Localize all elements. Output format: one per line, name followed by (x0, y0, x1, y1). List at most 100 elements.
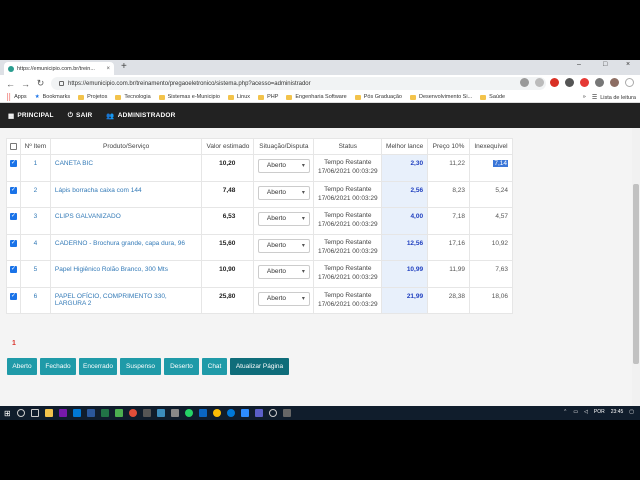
close-window-icon[interactable]: × (626, 61, 630, 68)
item-number[interactable]: 4 (19, 233, 51, 261)
row-select-cell[interactable] (6, 260, 21, 288)
bookmark-pos[interactable]: Pós Graduação (354, 94, 402, 100)
nav-sair[interactable]: ⏻ SAIR (68, 112, 93, 120)
row-checkbox[interactable] (9, 239, 17, 247)
network-icon[interactable]: ▭ (573, 409, 578, 415)
scrollbar[interactable] (632, 128, 640, 420)
puzzle-icon[interactable] (595, 78, 604, 87)
bookmark-bookmarks[interactable]: ★ Bookmarks (35, 94, 70, 100)
file-explorer-icon[interactable] (44, 409, 53, 417)
fechado-button[interactable]: Fechado (40, 358, 76, 375)
browser-app-icon[interactable] (128, 409, 137, 417)
reading-list[interactable]: ☰ Lista de leitura (592, 94, 636, 102)
browser-tab[interactable]: https://emunicipio.com.br/trein... × (4, 62, 114, 75)
bookmarks-more-icon[interactable]: » (583, 94, 586, 101)
app-icon[interactable] (114, 409, 123, 417)
extension-icon[interactable] (565, 78, 574, 87)
bookmark-tecnologia[interactable]: Tecnologia (115, 94, 151, 100)
bookmark-sistemas[interactable]: Sistemas e-Municipio (158, 94, 220, 100)
maximize-icon[interactable]: □ (603, 61, 607, 68)
chrome-icon[interactable] (212, 409, 221, 417)
product-name[interactable]: PAPEL OFÍCIO, COMPRIMENTO 330, LARGURA 2 (49, 286, 203, 314)
clock[interactable]: 23:45 (611, 409, 624, 415)
tab-close-icon[interactable]: × (106, 66, 110, 72)
row-select-cell[interactable] (6, 207, 21, 235)
product-name[interactable]: CLIPS GALVANIZADO (49, 207, 203, 235)
minimize-icon[interactable]: – (577, 61, 581, 68)
situacao-select[interactable]: Aberto (257, 265, 310, 279)
row-checkbox[interactable] (9, 212, 17, 220)
product-name[interactable]: Papel Higiênico Rolão Branco, 300 Mts (49, 260, 203, 288)
search-icon[interactable] (16, 409, 25, 417)
edge-icon[interactable] (226, 409, 235, 417)
item-number[interactable]: 6 (19, 286, 51, 314)
bookmark-linux[interactable]: Linux (227, 94, 250, 100)
app-icon[interactable] (198, 409, 207, 417)
app-icon[interactable] (240, 409, 249, 417)
extension-abp-icon[interactable] (550, 78, 559, 87)
bookmark-saude[interactable]: Saúde (480, 94, 505, 100)
select-all-checkbox[interactable] (9, 143, 17, 150)
extension-pdf-icon[interactable] (580, 78, 589, 87)
atualizar-pagina-button[interactable]: Atualizar Página (230, 358, 289, 375)
back-icon[interactable]: ← (6, 79, 15, 89)
row-select-cell[interactable] (6, 286, 21, 314)
bookmark-engenharia[interactable]: Engenharia Software (286, 94, 347, 100)
situacao-select[interactable]: Aberto (257, 212, 310, 226)
language-indicator[interactable]: POR (594, 409, 605, 415)
key-icon[interactable] (520, 78, 529, 87)
item-number[interactable]: 1 (19, 154, 51, 182)
aberto-button[interactable]: Aberto (7, 358, 37, 375)
deserto-button[interactable]: Deserto (164, 358, 199, 375)
row-checkbox[interactable] (9, 292, 17, 300)
header-select-all[interactable] (6, 138, 21, 155)
volume-icon[interactable]: ◁ (584, 409, 588, 415)
item-number[interactable]: 2 (19, 180, 51, 208)
row-checkbox[interactable] (9, 186, 17, 194)
suspenso-button[interactable]: Suspenso (120, 358, 161, 375)
row-checkbox[interactable] (9, 159, 17, 167)
forward-icon[interactable]: → (21, 79, 30, 89)
onenote-icon[interactable] (58, 409, 67, 417)
app-icon[interactable] (282, 409, 291, 417)
item-number[interactable]: 3 (19, 207, 51, 235)
notifications-icon[interactable]: ▢ (629, 409, 634, 415)
tray-chevron-icon[interactable]: ⌃ (563, 409, 567, 415)
product-name[interactable]: Lápis borracha caixa com 144 (49, 180, 203, 208)
excel-icon[interactable] (100, 409, 109, 417)
reload-icon[interactable]: ↻ (36, 78, 45, 89)
bookmark-php[interactable]: PHP (258, 94, 278, 100)
app-icon[interactable] (142, 409, 151, 417)
nav-principal[interactable]: ▦ PRINCIPAL (8, 112, 54, 120)
situacao-select[interactable]: Aberto (257, 291, 310, 306)
bookmark-projetos[interactable]: Projetos (78, 94, 107, 100)
row-checkbox[interactable] (9, 265, 17, 273)
app-icon[interactable] (254, 409, 263, 417)
product-name[interactable]: CANETA BIC (49, 154, 203, 182)
star-icon[interactable] (535, 78, 544, 87)
whatsapp-icon[interactable] (184, 409, 193, 417)
chat-button[interactable]: Chat (202, 358, 227, 375)
situacao-select[interactable]: Aberto (257, 185, 310, 200)
scrollbar-thumb[interactable] (633, 184, 639, 364)
app-icon[interactable] (268, 409, 277, 417)
row-select-cell[interactable] (6, 233, 21, 261)
task-view-icon[interactable] (30, 409, 39, 417)
mail-icon[interactable] (72, 409, 81, 417)
situacao-select[interactable]: Aberto (257, 238, 310, 253)
address-bar[interactable]: https://emunicipio.com.br/treinamento/pr… (51, 77, 546, 90)
app-icon[interactable] (156, 409, 165, 417)
pagination-current[interactable]: 1 (12, 340, 16, 347)
encerrado-button[interactable]: Encerrado (79, 358, 117, 375)
item-number[interactable]: 5 (19, 260, 51, 288)
situacao-select[interactable]: Aberto (257, 159, 310, 173)
menu-icon[interactable] (625, 78, 634, 87)
new-tab-button[interactable]: + (121, 61, 127, 72)
app-icon[interactable] (170, 409, 179, 417)
nav-administrador[interactable]: 👥 ADMINISTRADOR (106, 112, 175, 120)
bookmark-apps[interactable]: ⣿ Apps (6, 93, 27, 101)
row-select-cell[interactable] (6, 180, 21, 208)
product-name[interactable]: CADERNO - Brochura grande, capa dura, 96 (49, 233, 203, 261)
avatar[interactable] (610, 78, 619, 87)
row-select-cell[interactable] (6, 154, 21, 182)
